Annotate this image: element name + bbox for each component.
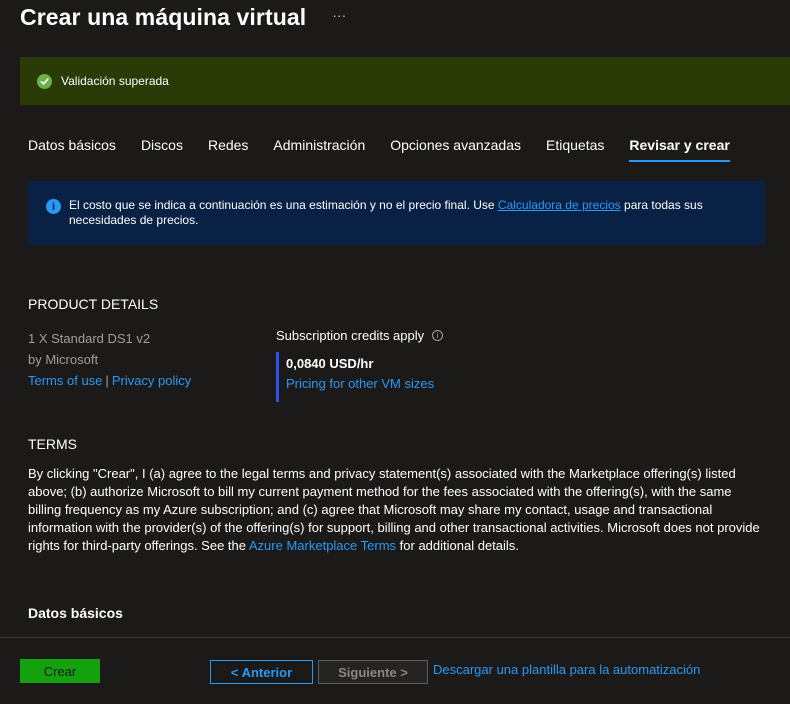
pricing-calculator-link[interactable]: Calculadora de precios (498, 198, 621, 212)
create-button[interactable]: Crear (20, 659, 100, 683)
privacy-policy-link[interactable]: Privacy policy (112, 373, 191, 388)
product-details-heading: PRODUCT DETAILS (28, 296, 159, 312)
terms-heading: TERMS (28, 436, 77, 452)
tab-opciones-avanzadas[interactable]: Opciones avanzadas (390, 130, 521, 162)
more-options-button[interactable]: ··· (332, 7, 346, 23)
info-icon: i (46, 199, 61, 214)
price-block: 0,0840 USD/hr Pricing for other VM sizes (276, 352, 443, 402)
product-publisher: by Microsoft (28, 352, 99, 367)
pricing-other-sizes-link[interactable]: Pricing for other VM sizes (286, 374, 443, 394)
tab-administracion[interactable]: Administración (273, 130, 365, 162)
subscription-credits: Subscription credits apply i (276, 328, 444, 343)
cost-info-message: El costo que se indica a continuación es… (69, 198, 495, 212)
terms-paragraph-end: for additional details. (399, 538, 519, 553)
tab-etiquetas[interactable]: Etiquetas (546, 130, 604, 162)
info-icon[interactable]: i (432, 330, 444, 341)
tab-datos-basicos[interactable]: Datos básicos (28, 130, 116, 162)
summary-section-heading: Datos básicos (28, 605, 123, 621)
page-title: Crear una máquina virtual (20, 3, 307, 30)
product-name: 1 X Standard DS1 v2 (28, 331, 151, 346)
previous-button[interactable]: < Anterior (210, 660, 313, 684)
link-separator: | (105, 373, 109, 388)
footer-divider (0, 637, 790, 638)
cost-info-text: El costo que se indica a continuación es… (69, 198, 753, 245)
cost-info-banner: i El costo que se indica a continuación … (28, 181, 765, 245)
terms-of-use-link[interactable]: Terms of use (28, 373, 102, 388)
pricing-summary: Subscription credits apply i 0,0840 USD/… (276, 328, 444, 402)
download-template-link[interactable]: Descargar una plantilla para la automati… (433, 662, 700, 677)
validation-banner: Validación superada (20, 57, 790, 105)
subscription-credits-label: Subscription credits apply (276, 328, 425, 343)
azure-marketplace-terms-link[interactable]: Azure Marketplace Terms (249, 538, 396, 553)
tab-discos[interactable]: Discos (141, 130, 183, 162)
page-header: Crear una máquina virtual ··· (20, 2, 346, 32)
terms-text: By clicking "Crear", I (a) agree to the … (28, 465, 768, 555)
vm-price: 0,0840 USD/hr (286, 356, 374, 371)
check-circle-icon (37, 73, 52, 89)
tab-revisar-y-crear[interactable]: Revisar y crear (629, 130, 730, 162)
tab-bar: Datos básicos Discos Redes Administració… (28, 130, 730, 162)
validation-message: Validación superada (61, 74, 169, 88)
product-summary: 1 X Standard DS1 v2 by Microsoft Terms o… (28, 328, 191, 391)
next-button[interactable]: Siguiente > (318, 660, 428, 684)
tab-redes[interactable]: Redes (208, 130, 248, 162)
